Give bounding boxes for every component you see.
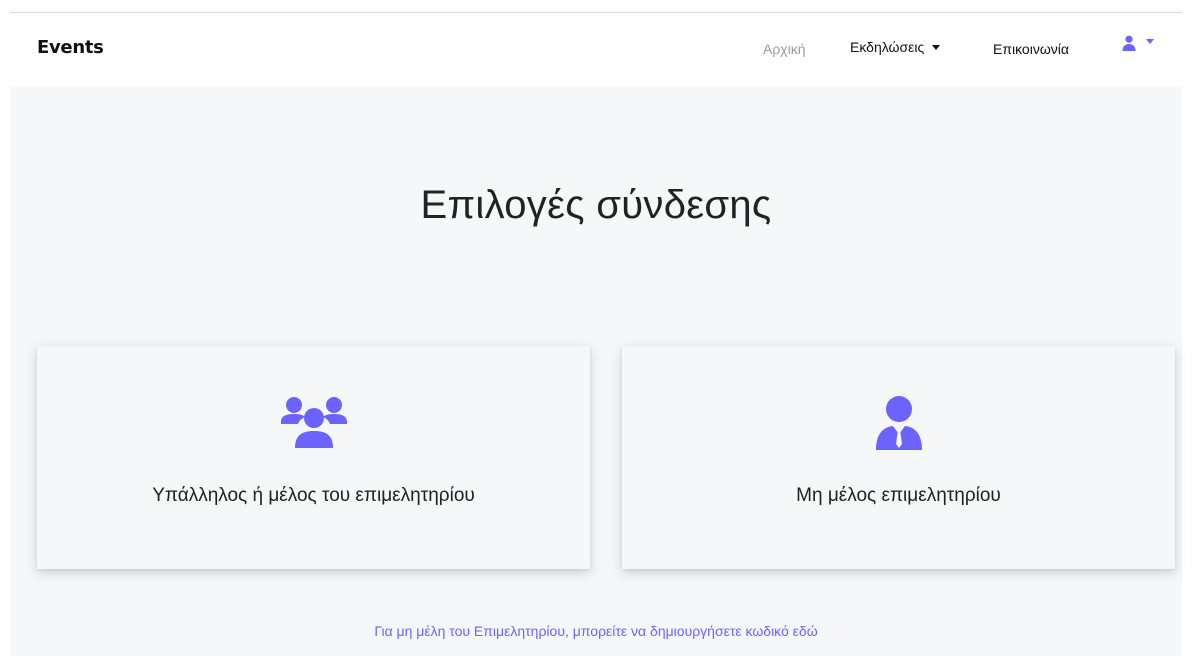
nav-events-label: Εκδηλώσεις [850, 39, 925, 55]
user-icon [1122, 35, 1136, 51]
create-password-link[interactable]: Για μη μέλη του Επιμελητηρίου, μπορείτε … [10, 623, 1182, 639]
page-title: Επιλογές σύνδεσης [420, 183, 772, 227]
card-label-non-member: Μη μέλος επιμελητηρίου [796, 485, 1001, 506]
main-content: Επιλογές σύνδεσης Υπάλληλος ή μέλος του … [10, 87, 1182, 656]
login-option-non-member-card[interactable]: Μη μέλος επιμελητηρίου [622, 346, 1175, 569]
nav-link-home[interactable]: Αρχική [763, 41, 806, 57]
login-option-member-card[interactable]: Υπάλληλος ή μέλος του επιμελητηρίου [37, 346, 590, 569]
user-caret-down-icon[interactable] [1146, 39, 1154, 44]
card-icon-wrapper [622, 396, 1175, 450]
users-group-icon [280, 397, 347, 448]
nav-dropdown-events[interactable]: Εκδηλώσεις [850, 39, 941, 55]
card-icon-wrapper [37, 396, 590, 448]
card-label-member: Υπάλληλος ή μέλος του επιμελητηρίου [152, 485, 475, 506]
nav-link-contact[interactable]: Επικοινωνία [993, 41, 1069, 57]
caret-down-icon [932, 44, 941, 50]
brand-logo[interactable]: Events [37, 37, 104, 58]
user-tie-icon [875, 396, 922, 450]
user-menu-toggle[interactable] [1122, 35, 1136, 56]
navbar: Events Αρχική Εκδηλώσεις Επικοινωνία [10, 13, 1182, 87]
